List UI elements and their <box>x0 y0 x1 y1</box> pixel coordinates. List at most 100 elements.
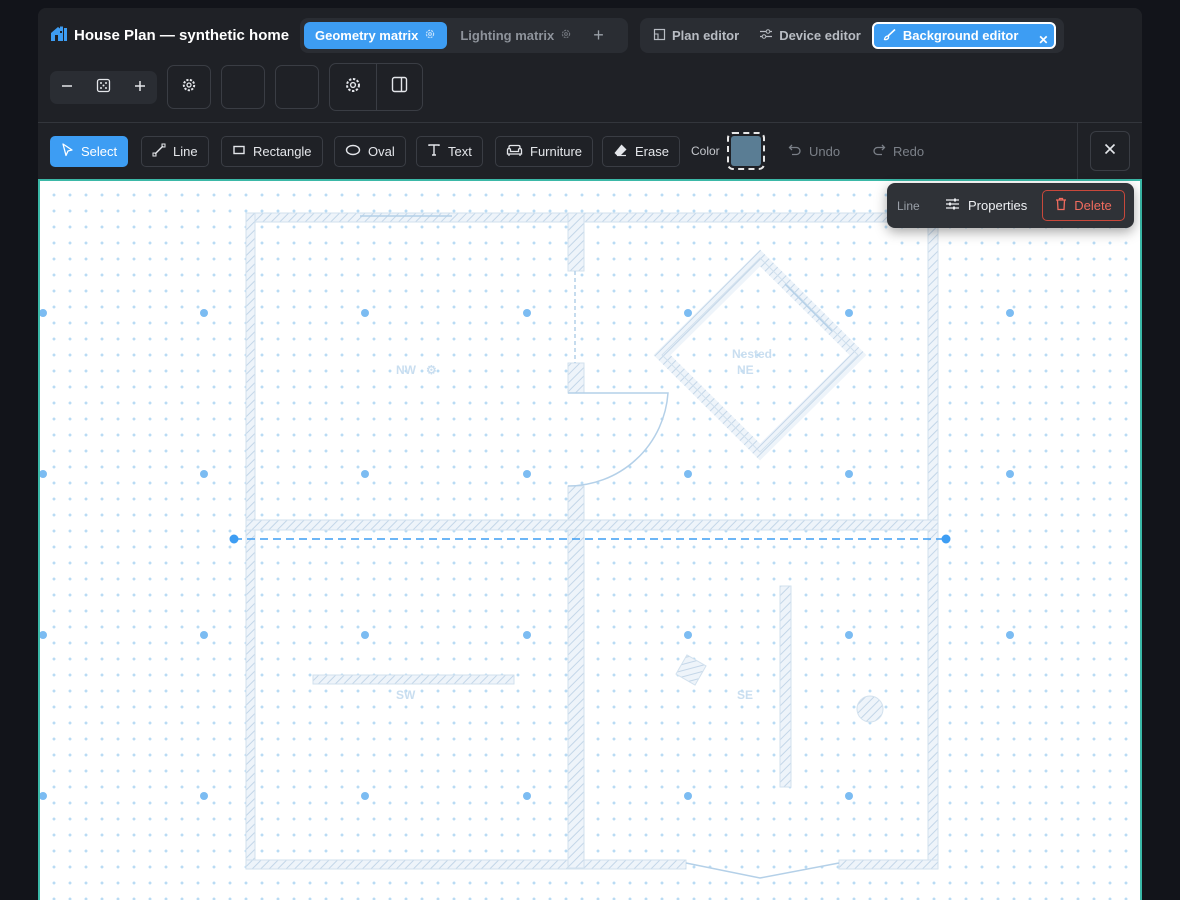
delete-button[interactable]: Delete <box>1042 190 1125 221</box>
close-icon <box>1104 142 1116 160</box>
tool-furniture[interactable]: Furniture <box>495 136 594 167</box>
zoom-out-button[interactable] <box>61 79 73 97</box>
redo-button[interactable]: Redo <box>862 136 934 167</box>
anchor-point[interactable] <box>361 631 369 639</box>
oval-icon <box>345 144 361 159</box>
gear-icon[interactable] <box>560 28 572 43</box>
view-settings-button[interactable] <box>330 64 376 110</box>
cursor-icon <box>61 143 74 160</box>
toolbar-divider <box>1077 123 1078 180</box>
sofa-icon <box>506 144 523 160</box>
selection-type-label: Line <box>897 199 920 213</box>
gear-icon[interactable] <box>424 28 436 43</box>
sliders-icon <box>759 28 773 43</box>
color-label: Color <box>691 144 720 158</box>
rectangle-icon <box>232 144 246 159</box>
color-swatch[interactable] <box>727 132 765 170</box>
tab-device-editor[interactable]: Device editor <box>750 22 870 49</box>
tool-label: Line <box>173 144 198 159</box>
line-handle-start[interactable] <box>229 534 239 544</box>
exterior-walls <box>245 212 939 870</box>
color-swatch-fill <box>731 136 761 166</box>
room-label-sw: SW <box>396 688 416 702</box>
eraser-icon <box>613 143 628 160</box>
anchor-point[interactable] <box>684 309 692 317</box>
anchor-point[interactable] <box>40 792 47 800</box>
tool-text[interactable]: Text <box>416 136 483 167</box>
selected-line[interactable] <box>229 534 951 544</box>
anchor-point[interactable] <box>523 792 531 800</box>
sidebar-icon <box>391 76 408 98</box>
undo-button[interactable]: Undo <box>778 136 850 167</box>
tool-label: Erase <box>635 144 669 159</box>
text-icon <box>427 143 441 160</box>
tool-label: Select <box>81 144 118 159</box>
close-tab-icon[interactable]: ✕ <box>1038 33 1048 47</box>
anchor-point[interactable] <box>845 470 853 478</box>
zoom-in-button[interactable] <box>134 79 146 97</box>
anchor-point[interactable] <box>684 792 692 800</box>
anchor-point[interactable] <box>523 309 531 317</box>
empty-slot-button-2[interactable] <box>275 65 319 109</box>
tool-oval[interactable]: Oval <box>334 136 406 167</box>
tab-background-editor[interactable]: Background editor ✕ <box>871 22 1057 49</box>
anchor-point[interactable] <box>361 470 369 478</box>
tool-rectangle[interactable]: Rectangle <box>221 136 323 167</box>
anchor-point[interactable] <box>845 792 853 800</box>
floor-plan-canvas[interactable]: NW ⚙ NE Nested SW SE <box>38 179 1142 900</box>
anchor-point[interactable] <box>1006 309 1014 317</box>
toggle-sidebar-button[interactable] <box>375 64 423 110</box>
tab-label: Geometry matrix <box>315 28 419 43</box>
zoom-reset-icon[interactable] <box>96 78 111 98</box>
close-editor-button[interactable] <box>1090 131 1130 171</box>
anchor-point[interactable] <box>845 309 853 317</box>
drawing-toolbar: Select Line Rectangle Oval Text Furnitur… <box>38 122 1142 180</box>
grid-anchor-points <box>40 309 1014 800</box>
anchor-point[interactable] <box>361 309 369 317</box>
anchor-point[interactable] <box>200 309 208 317</box>
view-button-group <box>329 63 423 111</box>
zoom-controls <box>50 71 157 104</box>
empty-slot-button[interactable] <box>221 65 265 109</box>
house-icon <box>50 25 68 46</box>
tab-plan-editor[interactable]: Plan editor <box>644 22 748 49</box>
anchor-point[interactable] <box>684 631 692 639</box>
interior-walls <box>245 212 939 869</box>
brand: House Plan — synthetic home <box>50 25 289 46</box>
tool-label: Text <box>448 144 472 159</box>
anchor-point[interactable] <box>200 470 208 478</box>
tab-geometry-matrix[interactable]: Geometry matrix <box>304 22 448 49</box>
line-icon <box>152 143 166 160</box>
app-window: House Plan — synthetic home Geometry mat… <box>38 8 1142 900</box>
tool-select[interactable]: Select <box>50 136 129 167</box>
anchor-point[interactable] <box>200 792 208 800</box>
furniture-items <box>675 654 884 723</box>
gear-icon <box>181 77 197 98</box>
anchor-point[interactable] <box>684 470 692 478</box>
tab-lighting-matrix[interactable]: Lighting matrix <box>449 22 583 49</box>
anchor-point[interactable] <box>361 792 369 800</box>
anchor-point[interactable] <box>1006 631 1014 639</box>
tool-label: Oval <box>368 144 395 159</box>
anchor-point[interactable] <box>200 631 208 639</box>
room-label-nw: NW <box>396 363 417 377</box>
settings-button[interactable] <box>167 65 211 109</box>
anchor-point[interactable] <box>523 470 531 478</box>
header: House Plan — synthetic home Geometry mat… <box>38 8 1142 122</box>
tool-line[interactable]: Line <box>141 136 209 167</box>
line-handle-end[interactable] <box>941 534 951 544</box>
tab-label: Background editor <box>902 28 1019 43</box>
properties-button[interactable]: Properties <box>945 197 1027 214</box>
tool-erase[interactable]: Erase <box>602 136 680 167</box>
anchor-point[interactable] <box>523 631 531 639</box>
anchor-point[interactable] <box>40 631 47 639</box>
anchor-point[interactable] <box>40 309 47 317</box>
undo-label: Undo <box>809 144 841 159</box>
redo-icon <box>872 143 886 160</box>
anchor-point[interactable] <box>1006 470 1014 478</box>
tool-label: Rectangle <box>253 144 312 159</box>
anchor-point[interactable] <box>40 470 47 478</box>
editor-tab-group: Plan editor Device editor Background edi… <box>640 18 1064 53</box>
anchor-point[interactable] <box>845 631 853 639</box>
add-tab-button[interactable]: + <box>585 22 612 49</box>
